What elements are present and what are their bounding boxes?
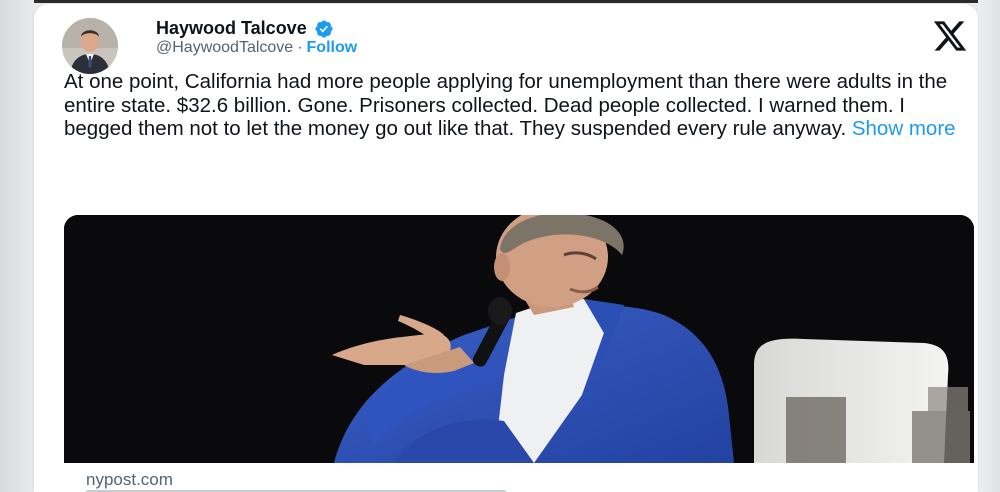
author-handle[interactable]: @HaywoodTalcove [156,39,293,56]
right-page-margin [978,0,1000,492]
left-page-margin [0,0,34,492]
show-more-link[interactable]: Show more [852,117,956,140]
author-name[interactable]: Haywood Talcove [156,18,307,39]
separator-dot: · [297,39,303,56]
tweet-card: Haywood Talcove @HaywoodTalcove · Follow A… [34,4,978,492]
avatar-photo [62,18,118,74]
author-name-row: Haywood Talcove [156,18,334,39]
tweet-text: At one point, California had more people… [64,70,948,140]
link-card-image[interactable] [64,215,974,463]
avatar[interactable] [62,18,118,74]
tweet-body: At one point, California had more people… [64,70,964,141]
follow-button[interactable]: Follow [307,39,358,56]
speaker-photo [64,215,974,463]
link-domain[interactable]: nypost.com [86,470,173,490]
author-handle-row: @HaywoodTalcove · Follow [156,39,357,57]
verified-badge-icon [314,19,334,39]
window-top-border [0,0,1000,3]
x-logo-icon[interactable] [932,18,968,54]
